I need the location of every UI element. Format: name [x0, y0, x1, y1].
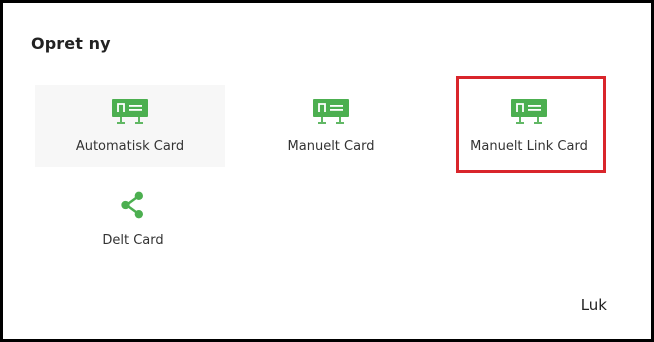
- id-card-icon: [112, 99, 148, 124]
- option-label: Automatisk Card: [75, 139, 185, 154]
- option-delt-card[interactable]: Delt Card: [38, 178, 228, 260]
- option-manuelt-link-card[interactable]: Manuelt Link Card: [434, 85, 624, 167]
- share-icon: [121, 191, 143, 219]
- option-automatisk-card[interactable]: Automatisk Card: [35, 85, 225, 167]
- option-manuelt-card[interactable]: Manuelt Card: [236, 85, 426, 167]
- option-label: Manuelt Card: [287, 139, 375, 154]
- dialog-title: Opret ny: [31, 34, 111, 53]
- id-card-icon: [313, 99, 349, 124]
- close-button[interactable]: Luk: [581, 296, 607, 314]
- option-label: Delt Card: [102, 233, 164, 248]
- id-card-icon: [511, 99, 547, 124]
- option-label: Manuelt Link Card: [470, 139, 588, 154]
- create-new-dialog: Opret ny Automatisk Card Manuelt Card Ma…: [0, 0, 654, 342]
